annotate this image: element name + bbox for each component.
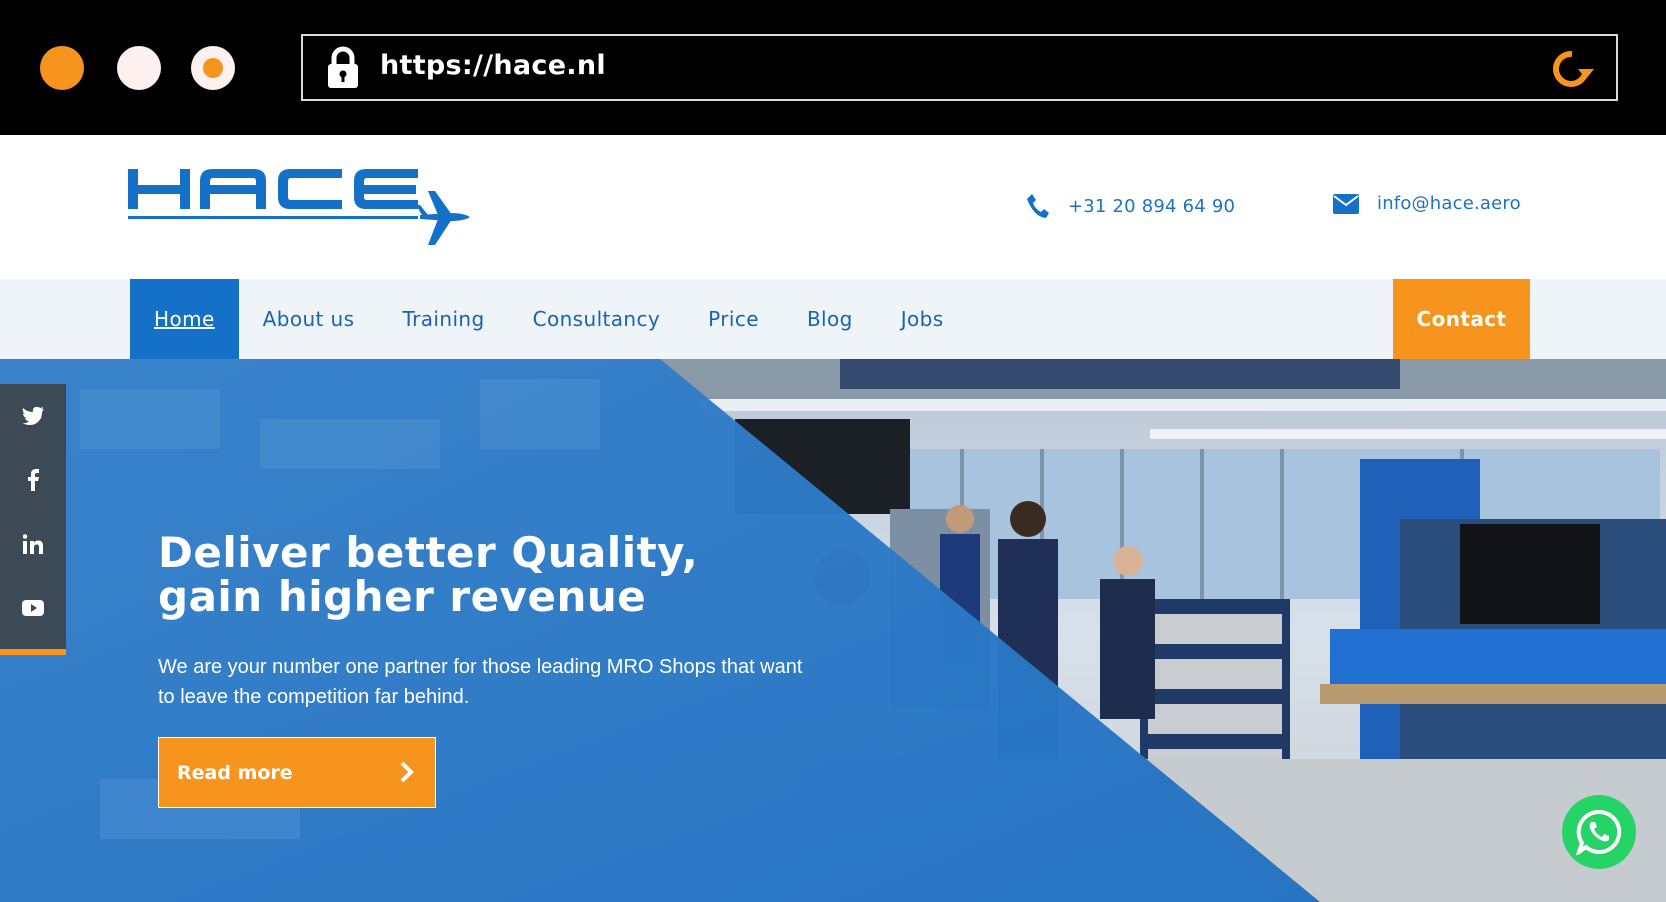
nav-item-price[interactable]: Price <box>684 279 783 359</box>
facebook-icon[interactable] <box>0 448 66 512</box>
hero-section: Deliver better Quality, gain higher reve… <box>0 359 1666 902</box>
email-address[interactable]: info@hace.aero <box>1377 193 1521 214</box>
address-bar[interactable]: https://hace.nl <box>301 34 1618 101</box>
nav-item-consultancy[interactable]: Consultancy <box>509 279 685 359</box>
social-sidebar <box>0 384 66 654</box>
whatsapp-chat-button[interactable] <box>1562 795 1636 869</box>
nav-item-blog[interactable]: Blog <box>783 279 877 359</box>
contact-button[interactable]: Contact <box>1393 279 1530 359</box>
site-header: +31 20 894 64 90 info@hace.aero <box>0 135 1666 279</box>
youtube-icon[interactable] <box>0 576 66 640</box>
main-navigation: Home About us Training Consultancy Price… <box>0 279 1666 359</box>
nav-list: Home About us Training Consultancy Price… <box>130 279 968 359</box>
hero-title-line2: gain higher revenue <box>158 572 647 621</box>
whatsapp-icon <box>1576 809 1622 855</box>
twitter-icon[interactable] <box>0 384 66 448</box>
reload-icon[interactable] <box>1548 47 1596 91</box>
window-maximize-button[interactable] <box>191 46 235 90</box>
hero-subtitle: We are your number one partner for those… <box>158 656 803 708</box>
hace-logo[interactable] <box>128 169 470 255</box>
header-phone[interactable]: +31 20 894 64 90 <box>1026 193 1235 219</box>
nav-item-about-us[interactable]: About us <box>239 279 379 359</box>
hero-title-line1: Deliver better Quality, <box>158 528 699 577</box>
social-sidebar-accent <box>0 649 66 655</box>
hero-title: Deliver better Quality, gain higher reve… <box>158 531 878 619</box>
envelope-icon <box>1333 193 1359 214</box>
browser-chrome: https://hace.nl <box>0 0 1666 135</box>
window-close-button[interactable] <box>40 46 84 90</box>
header-email[interactable]: info@hace.aero <box>1333 193 1521 214</box>
linkedin-icon[interactable] <box>0 512 66 576</box>
url-text[interactable]: https://hace.nl <box>380 50 606 81</box>
read-more-button[interactable]: Read more <box>158 737 436 808</box>
hero-workshop-image <box>0 359 1666 902</box>
nav-item-jobs[interactable]: Jobs <box>877 279 968 359</box>
phone-number[interactable]: +31 20 894 64 90 <box>1068 196 1235 217</box>
chevron-right-icon <box>400 761 414 783</box>
lock-icon <box>328 46 358 88</box>
nav-item-home[interactable]: Home <box>130 279 239 359</box>
read-more-label: Read more <box>177 761 293 784</box>
window-minimize-button[interactable] <box>117 46 161 90</box>
phone-icon <box>1027 194 1049 218</box>
nav-item-training[interactable]: Training <box>378 279 508 359</box>
